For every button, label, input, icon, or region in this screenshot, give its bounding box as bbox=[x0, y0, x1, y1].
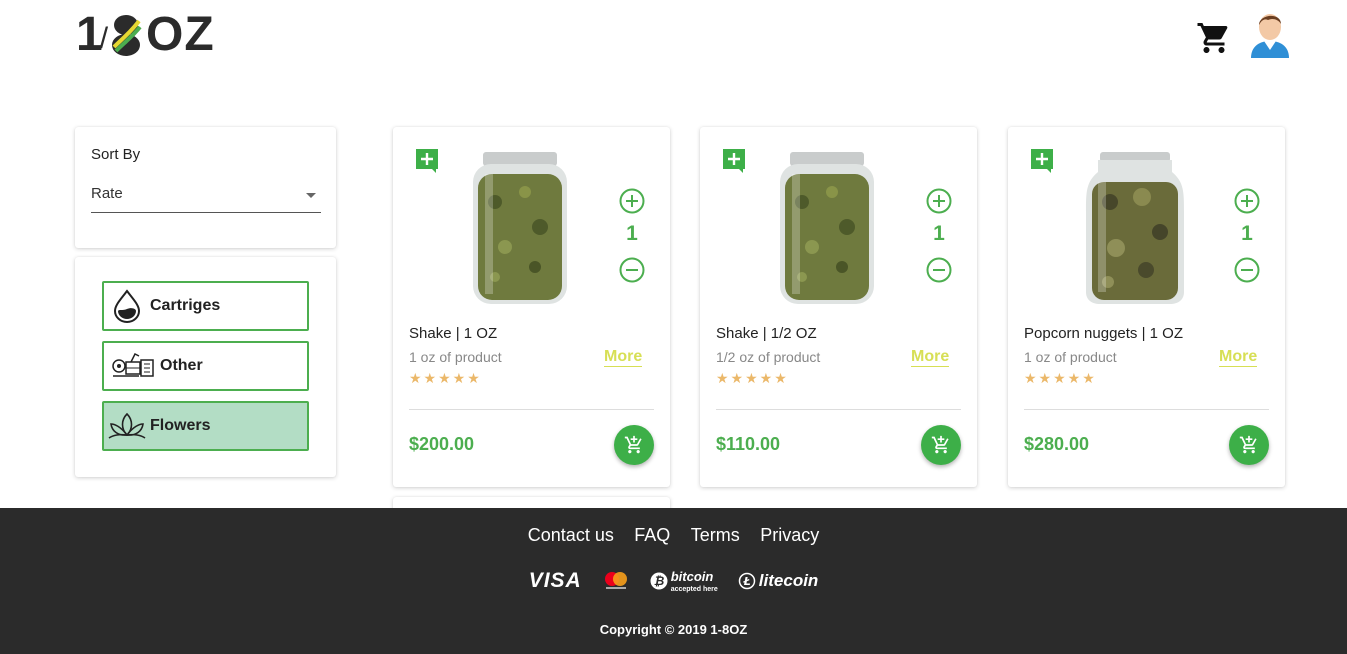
copyright: Copyright © 2019 1-8OZ bbox=[599, 622, 748, 637]
product-price: $110.00 bbox=[716, 434, 781, 454]
add-to-cart-button[interactable] bbox=[614, 425, 654, 465]
product-price: $280.00 bbox=[1024, 434, 1090, 454]
visa-logo: VISA bbox=[528, 568, 582, 592]
mastercard-icon bbox=[604, 571, 627, 589]
rating-stars: ★★★★★ bbox=[716, 370, 789, 386]
category-label: Other bbox=[160, 357, 203, 374]
product-name[interactable]: Shake | 1 OZ bbox=[409, 325, 497, 342]
litecoin-icon: Ł bbox=[738, 572, 756, 589]
sort-select-value: Rate bbox=[91, 185, 123, 202]
product-card[interactable]: 1 Popcorn nuggets | 1 OZ 1 oz of product… bbox=[1008, 127, 1285, 487]
add-comment-icon[interactable] bbox=[416, 149, 440, 173]
svg-text:Ł: Ł bbox=[742, 575, 750, 588]
increase-quantity-button[interactable] bbox=[926, 188, 952, 214]
product-jar-image bbox=[780, 152, 874, 304]
rating-stars: ★★★★★ bbox=[409, 370, 482, 386]
add-shopping-cart-icon bbox=[624, 435, 642, 454]
category-flowers-button[interactable]: Flowers bbox=[102, 401, 309, 451]
divider bbox=[1024, 409, 1269, 410]
footer-link-faq[interactable]: FAQ bbox=[634, 525, 670, 545]
sort-card: Sort By Rate bbox=[75, 127, 336, 248]
more-link[interactable]: More bbox=[911, 348, 950, 367]
add-to-cart-button[interactable] bbox=[921, 425, 961, 465]
bitcoin-icon: ₿ bbox=[650, 572, 668, 589]
quantity-value: 1 bbox=[626, 222, 638, 245]
bitcoin-sub-label: accepted here bbox=[670, 586, 718, 593]
add-to-cart-button[interactable] bbox=[1229, 425, 1269, 465]
more-link[interactable]: More bbox=[1219, 348, 1258, 367]
divider bbox=[409, 409, 654, 410]
add-shopping-cart-icon bbox=[1239, 435, 1257, 454]
rating-stars: ★★★★★ bbox=[1024, 370, 1097, 386]
category-label: Flowers bbox=[150, 417, 211, 434]
category-card: Cartriges Other Flowers bbox=[75, 257, 336, 477]
product-jar-image bbox=[473, 152, 567, 304]
category-other-button[interactable]: Other bbox=[102, 341, 309, 391]
increase-quantity-button[interactable] bbox=[619, 188, 645, 214]
bitcoin-label: bitcoin bbox=[670, 569, 714, 584]
bitcoin-logo: ₿ bitcoin accepted here bbox=[650, 568, 718, 593]
footer-link-terms[interactable]: Terms bbox=[691, 525, 740, 545]
logo-slash: / bbox=[99, 22, 109, 55]
logo-oz: OZ bbox=[146, 8, 215, 61]
increase-quantity-button[interactable] bbox=[1234, 188, 1260, 214]
footer-link-privacy[interactable]: Privacy bbox=[760, 525, 819, 545]
decrease-quantity-button[interactable] bbox=[619, 257, 645, 283]
product-name[interactable]: Popcorn nuggets | 1 OZ bbox=[1024, 325, 1183, 342]
add-comment-icon[interactable] bbox=[1031, 149, 1055, 173]
logo[interactable]: 1 / OZ bbox=[76, 8, 215, 61]
product-card[interactable]: 1 Shake | 1/2 OZ 1/2 oz of product More … bbox=[700, 127, 977, 487]
add-comment-icon[interactable] bbox=[723, 149, 747, 173]
product-card[interactable]: 1 Shake | 1 OZ 1 oz of product More ★★★★… bbox=[393, 127, 670, 487]
svg-text:₿: ₿ bbox=[653, 574, 664, 588]
litecoin-logo: Ł litecoin bbox=[738, 570, 819, 591]
footer: Contact us FAQ Terms Privacy VISA ₿ bitc… bbox=[0, 508, 1347, 654]
more-link[interactable]: More bbox=[604, 348, 643, 367]
chevron-down-icon bbox=[306, 193, 316, 198]
product-price: $200.00 bbox=[409, 434, 475, 454]
sort-label: Sort By bbox=[91, 146, 141, 163]
product-description: 1 oz of product bbox=[409, 349, 502, 365]
category-label: Cartriges bbox=[150, 297, 221, 314]
product-description: 1 oz of product bbox=[1024, 349, 1117, 365]
sort-select[interactable]: Rate bbox=[91, 185, 321, 213]
product-description: 1/2 oz of product bbox=[716, 349, 821, 365]
product-jar-image bbox=[1086, 152, 1184, 304]
add-shopping-cart-icon bbox=[931, 435, 949, 454]
payment-methods: VISA ₿ bitcoin accepted here Ł litecoin bbox=[0, 568, 1347, 594]
product-name[interactable]: Shake | 1/2 OZ bbox=[716, 325, 817, 342]
logo-bean-icon bbox=[112, 15, 142, 56]
user-avatar-icon[interactable] bbox=[1248, 8, 1292, 58]
decrease-quantity-button[interactable] bbox=[1234, 257, 1260, 283]
footer-link-contact[interactable]: Contact us bbox=[528, 525, 614, 545]
quantity-value: 1 bbox=[933, 222, 945, 245]
quantity-value: 1 bbox=[1241, 222, 1253, 245]
litecoin-label: litecoin bbox=[758, 570, 819, 590]
footer-links: Contact us FAQ Terms Privacy bbox=[0, 525, 1347, 546]
divider bbox=[716, 409, 961, 410]
cart-icon[interactable] bbox=[1196, 20, 1232, 56]
accessories-icon bbox=[104, 343, 160, 389]
drop-icon bbox=[104, 283, 150, 329]
lotus-icon bbox=[104, 403, 150, 449]
page: 1 / OZ Sort By Rate Cartriges Other Flow… bbox=[0, 0, 1347, 654]
decrease-quantity-button[interactable] bbox=[926, 257, 952, 283]
category-cartriges-button[interactable]: Cartriges bbox=[102, 281, 309, 331]
